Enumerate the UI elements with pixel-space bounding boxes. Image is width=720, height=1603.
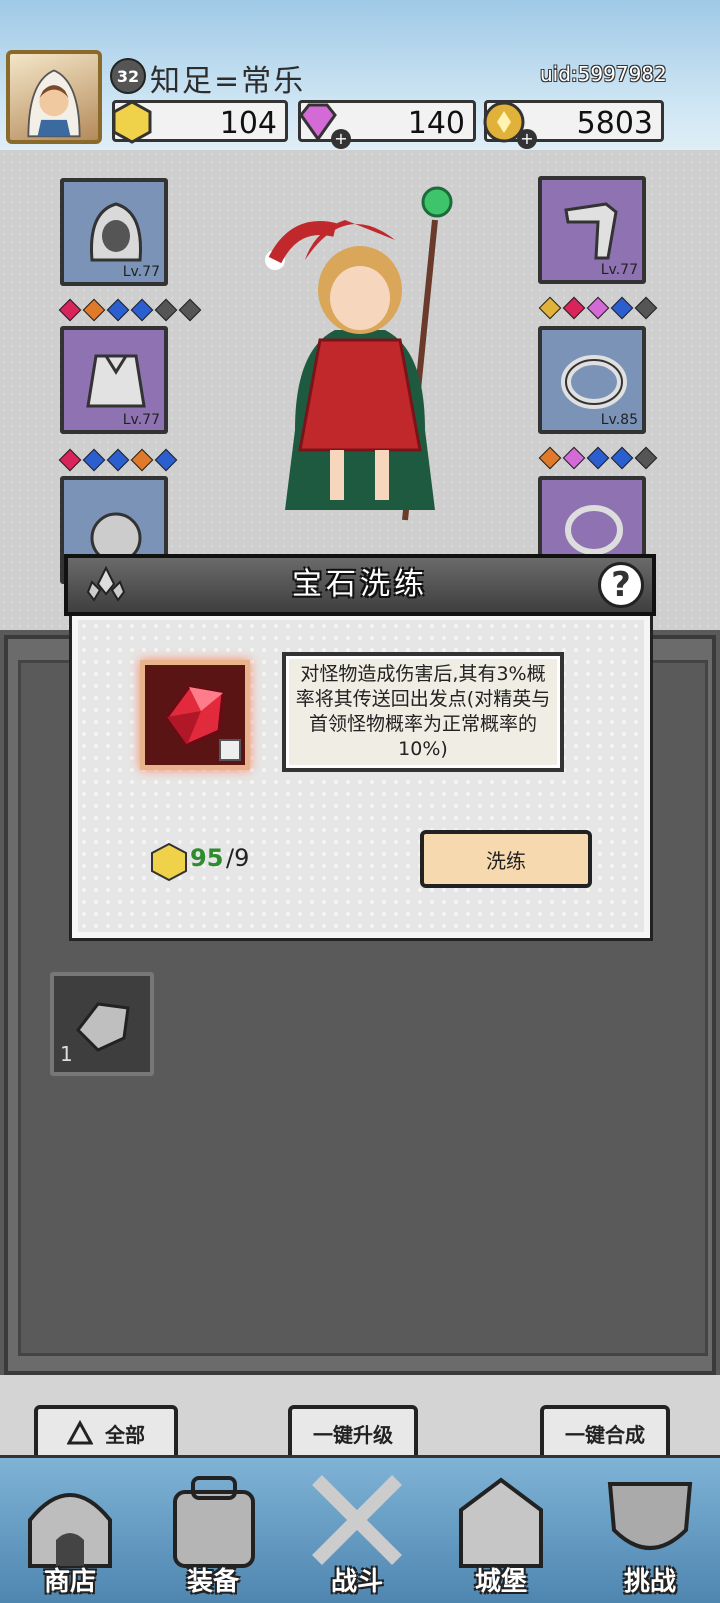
currency-diamond[interactable]: + 140 — [298, 100, 476, 149]
gem-socket — [538, 446, 562, 470]
equip-slot-gauntlet[interactable]: Lv.77 — [538, 176, 646, 284]
gem-socket — [610, 446, 634, 470]
shop-icon — [28, 1493, 112, 1568]
gem-socket — [154, 298, 178, 322]
player-name: 知足=常乐 — [150, 64, 306, 99]
cape-icon — [86, 354, 146, 408]
dialog-title: 宝石洗练 — [292, 567, 428, 602]
equip-slot-cape[interactable]: Lv.77 — [60, 326, 168, 434]
nav-castle-label: 城堡 — [474, 1567, 527, 1597]
inventory-item[interactable]: 1 — [50, 972, 154, 1076]
swords-icon — [312, 1475, 402, 1565]
gem-row-hood — [58, 298, 202, 322]
gem-socket — [538, 296, 562, 320]
nav-battle-label: 战斗 — [330, 1567, 383, 1597]
cost-owned: 95 — [190, 844, 224, 872]
ring-icon — [561, 355, 627, 409]
gem-socket — [610, 296, 634, 320]
equip-level: Lv.77 — [122, 412, 160, 428]
gem-socket — [106, 448, 130, 472]
gem-socket — [130, 298, 154, 322]
gem-socket — [562, 446, 586, 470]
dialog-header: 宝石洗练 ? — [64, 554, 656, 616]
refine-button-label: 洗练 — [486, 848, 526, 873]
stone-icon — [76, 1002, 130, 1052]
gauntlet-icon — [564, 202, 618, 260]
gem-row-cape — [58, 448, 178, 472]
equip-level: Lv.77 — [122, 264, 160, 280]
nav-shop-label: 商店 — [43, 1567, 96, 1597]
gem-socket — [178, 298, 202, 322]
bag-icon — [173, 1476, 255, 1568]
coin-value: 5803 — [576, 106, 653, 141]
player-uid: uid:5997982 — [540, 62, 667, 86]
help-button[interactable]: ? — [598, 562, 644, 608]
currency-coin[interactable]: + 5803 — [483, 100, 664, 149]
nav-challenge[interactable]: 挑战 — [585, 1470, 715, 1598]
hood-icon — [90, 202, 142, 262]
player-avatar[interactable] — [6, 50, 102, 144]
filter-all-label: 全部 — [105, 1422, 145, 1447]
player-level-badge: 32 — [110, 58, 146, 94]
gem-socket — [586, 296, 610, 320]
equip-level: Lv.85 — [600, 412, 638, 428]
shield-icon — [607, 1482, 693, 1550]
refine-button[interactable]: 洗练 — [420, 830, 592, 888]
gem-socket — [634, 296, 658, 320]
nav-equipment[interactable]: 装备 — [148, 1470, 278, 1598]
gold-gem-value: 104 — [219, 106, 277, 141]
nav-shop[interactable]: 商店 — [5, 1470, 135, 1598]
merge-all-label: 一键合成 — [565, 1422, 645, 1447]
item-count: 1 — [60, 1042, 73, 1066]
nav-castle[interactable]: 城堡 — [436, 1470, 566, 1598]
gem-row-gauntlet — [538, 296, 658, 320]
gem-socket — [634, 446, 658, 470]
nav-equipment-label: 装备 — [186, 1567, 239, 1597]
character-figure — [265, 186, 453, 521]
equip-slot-ring[interactable]: Lv.85 — [538, 326, 646, 434]
gem-row-ring — [538, 446, 658, 470]
upgrade-all-button[interactable]: 一键升级 — [288, 1405, 418, 1461]
diamond-value: 140 — [407, 106, 465, 141]
gem-socket — [82, 298, 106, 322]
diamond-plus-icon[interactable]: + — [331, 129, 351, 149]
gem-socket — [154, 448, 178, 472]
avatar-portrait-icon — [27, 69, 81, 138]
coin-plus-icon[interactable]: + — [517, 129, 537, 149]
equip-level: Lv.77 — [600, 262, 638, 278]
merge-all-button[interactable]: 一键合成 — [540, 1405, 670, 1461]
currency-gold-gem: 104 — [112, 100, 288, 144]
equip-slot-hood[interactable]: Lv.77 — [60, 178, 168, 286]
gem-socket — [586, 446, 610, 470]
gem-socket — [562, 296, 586, 320]
gem-tile[interactable] — [140, 660, 250, 770]
cost-required: /9 — [226, 844, 250, 872]
nav-battle[interactable]: 战斗 — [292, 1470, 422, 1598]
gem-socket — [82, 448, 106, 472]
gem-socket — [58, 298, 82, 322]
gold-gem-icon — [112, 100, 152, 144]
gem-socket — [130, 448, 154, 472]
filter-all-button[interactable]: 全部 — [34, 1405, 178, 1461]
upgrade-all-label: 一键升级 — [313, 1422, 393, 1447]
gold-gem-cost-icon — [151, 842, 187, 882]
gem-socket — [106, 298, 130, 322]
gem-socket — [58, 448, 82, 472]
boot-icon — [219, 739, 241, 761]
nav-challenge-label: 挑战 — [623, 1567, 676, 1597]
castle-icon — [459, 1477, 543, 1568]
triangle-filter-icon — [67, 1420, 93, 1445]
gem-description: 对怪物造成伤害后,其有3%概率将其传送回出发点(对精英与首领怪物概率为正常概率的… — [282, 652, 564, 772]
